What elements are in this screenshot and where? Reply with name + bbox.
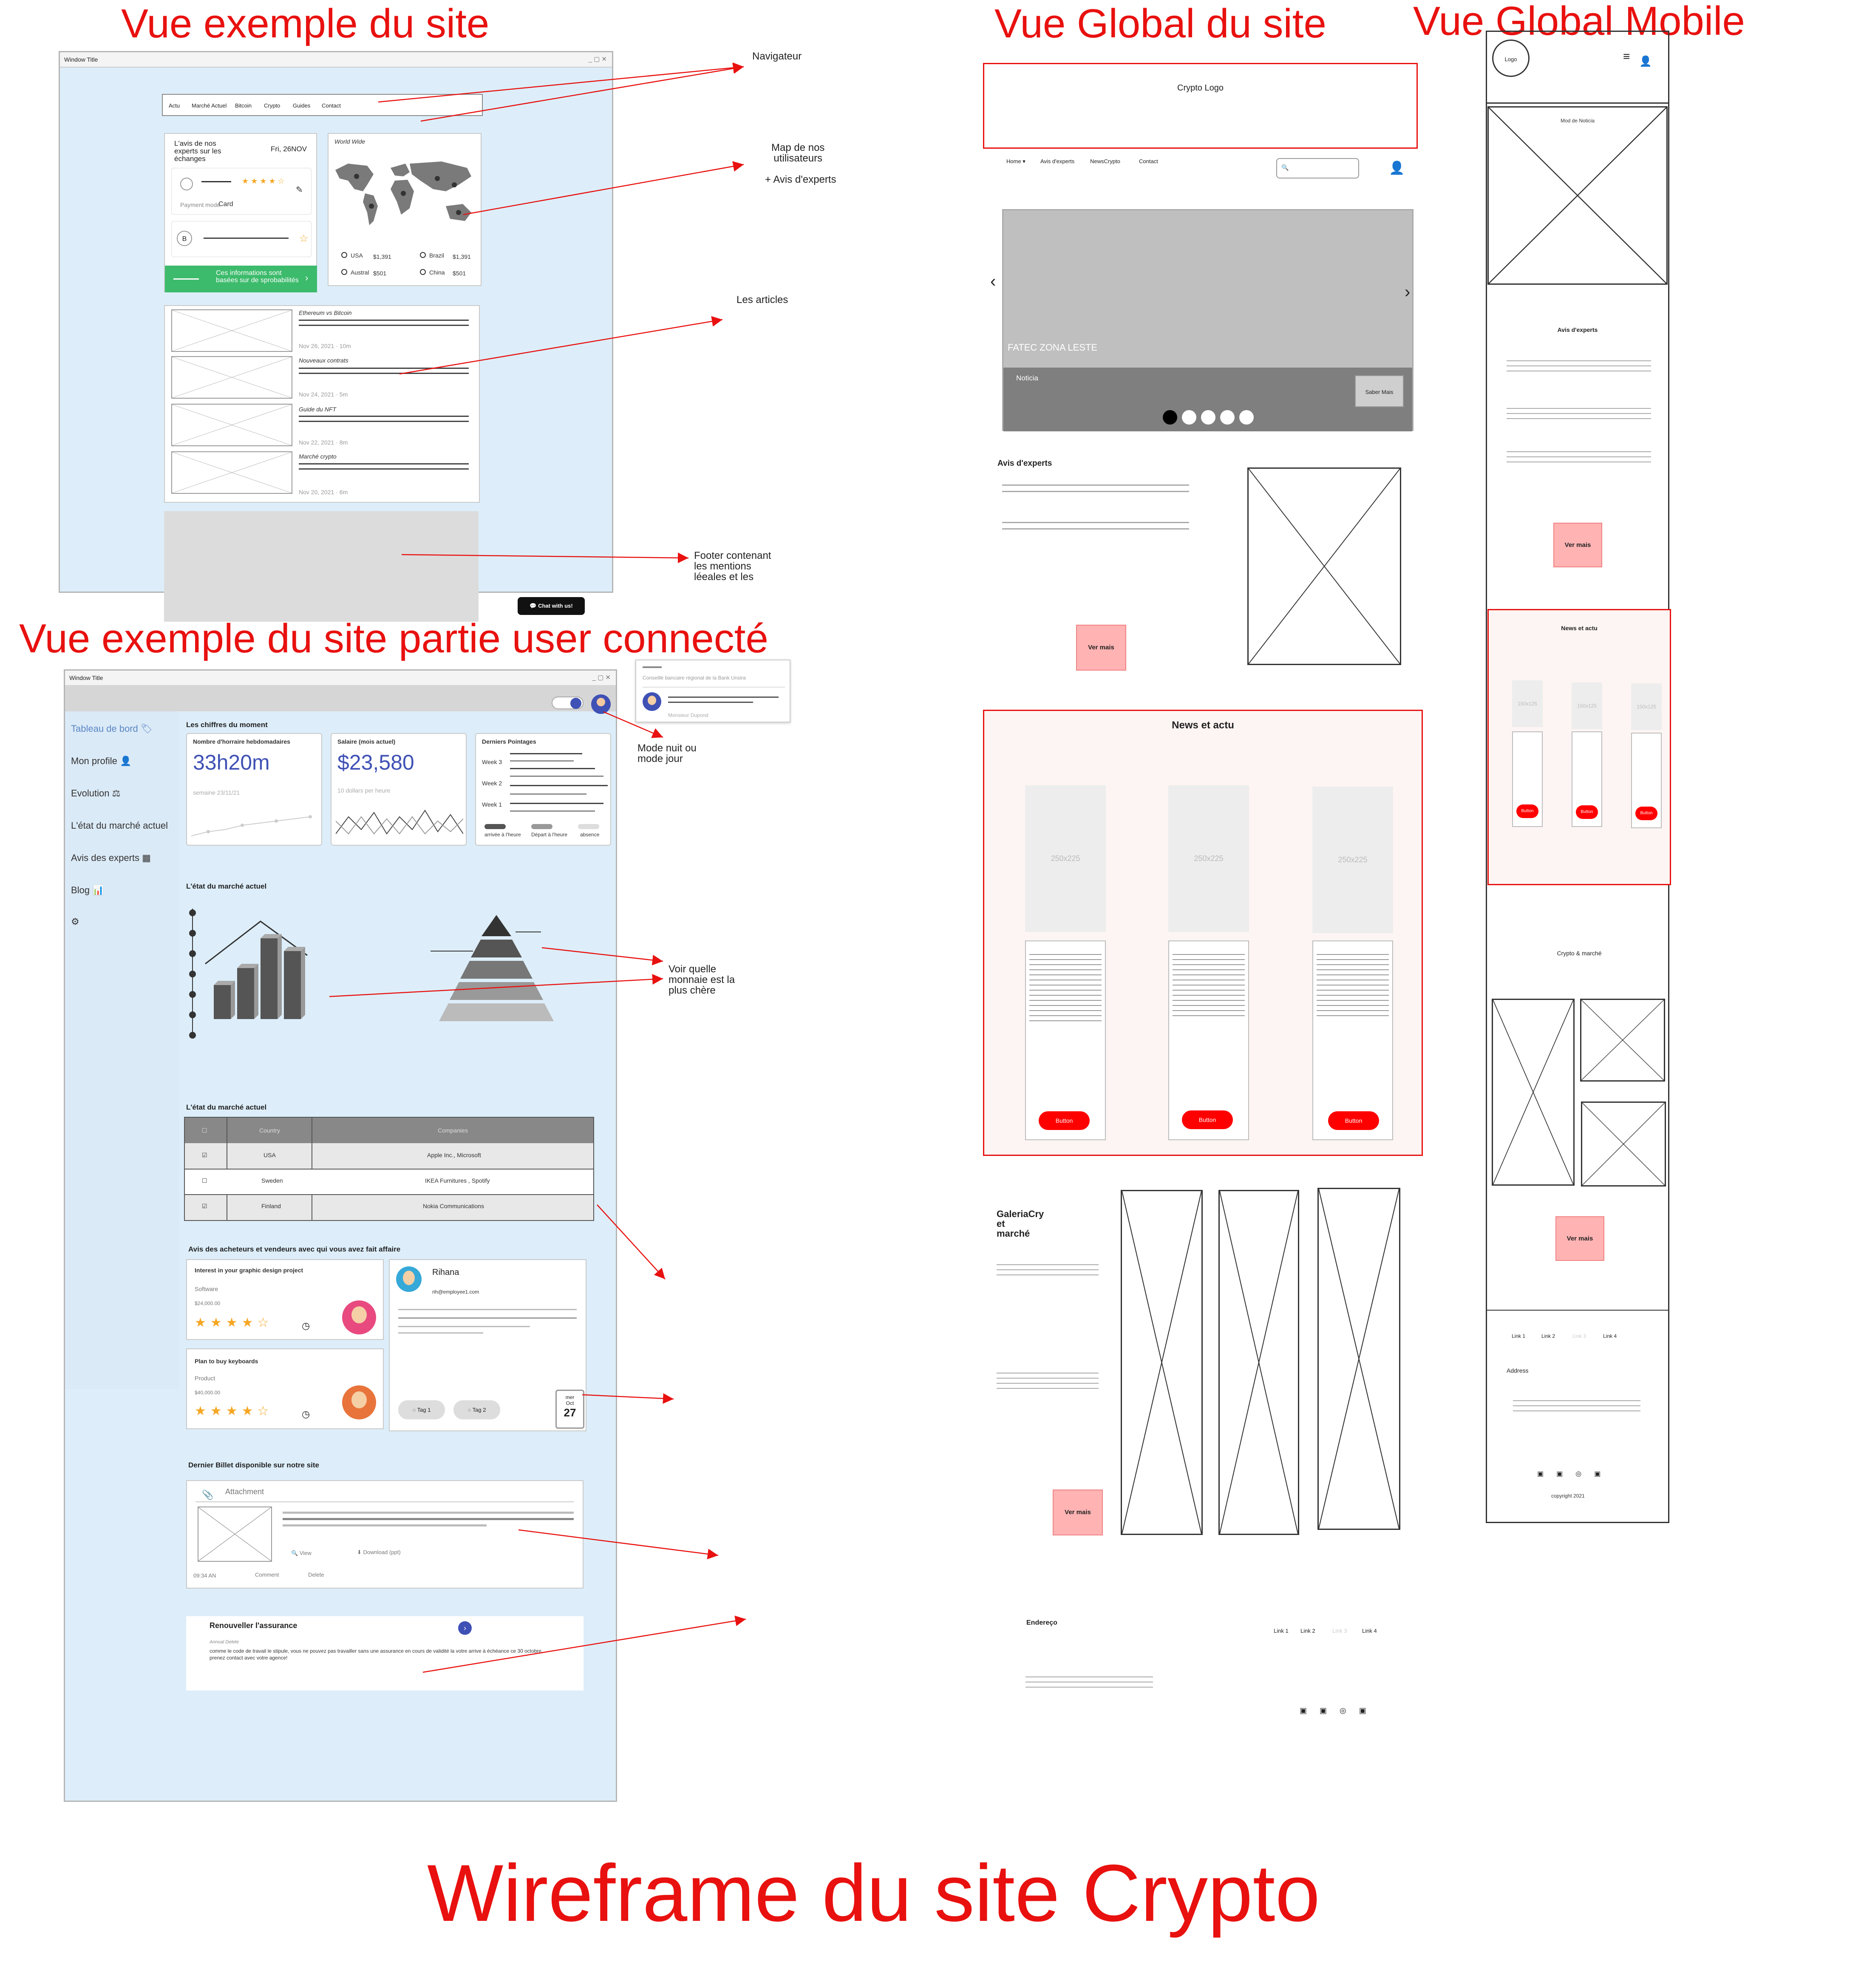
annotation-arrows <box>329 62 746 1673</box>
